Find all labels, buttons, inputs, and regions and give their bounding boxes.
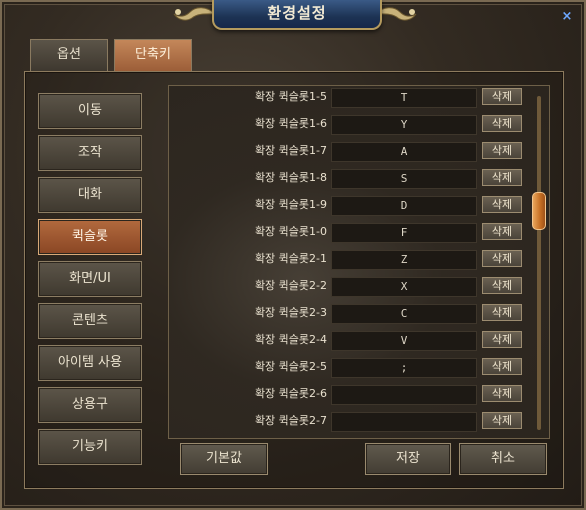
list-item: 확장 퀵슬롯2-7 삭제 (169, 411, 529, 432)
category-function-keys[interactable]: 기능키 (38, 429, 142, 465)
settings-window: 환경설정 × 옵션 단축키 이동 조작 대화 퀵슬롯 화면/UI 콘텐츠 아이템… (0, 0, 586, 510)
shortcut-label: 확장 퀵슬롯2-3 (254, 306, 327, 319)
key-input[interactable]: V (331, 331, 477, 351)
tab-shortcuts[interactable]: 단축키 (114, 39, 192, 71)
delete-button[interactable]: 삭제 (482, 250, 522, 267)
category-item-use[interactable]: 아이템 사용 (38, 345, 142, 381)
delete-button[interactable]: 삭제 (482, 358, 522, 375)
shortcut-label: 확장 퀵슬롯2-4 (254, 333, 327, 346)
shortcut-label: 확장 퀵슬롯2-7 (254, 414, 327, 427)
cancel-button[interactable]: 취소 (459, 443, 547, 475)
category-screen-ui[interactable]: 화면/UI (38, 261, 142, 297)
close-icon[interactable]: × (560, 10, 574, 24)
key-input[interactable]: D (331, 196, 477, 216)
list-item: 확장 퀵슬롯2-5 ; 삭제 (169, 357, 529, 378)
category-chat[interactable]: 대화 (38, 177, 142, 213)
key-input[interactable]: F (331, 223, 477, 243)
shortcut-label: 확장 퀵슬롯2-5 (254, 360, 327, 373)
key-input[interactable]: X (331, 277, 477, 297)
key-input[interactable]: S (331, 169, 477, 189)
category-quickslot[interactable]: 퀵슬롯 (38, 219, 142, 255)
shortcut-label: 확장 퀵슬롯1-7 (254, 144, 327, 157)
delete-button[interactable]: 삭제 (482, 412, 522, 429)
key-input[interactable] (331, 385, 477, 405)
list-item: 확장 퀵슬롯1-7 A 삭제 (169, 141, 529, 162)
shortcut-list: 확장 퀵슬롯1-5 T 삭제 확장 퀵슬롯1-6 Y 삭제 확장 퀵슬롯1-7 … (168, 85, 550, 439)
key-input[interactable]: A (331, 142, 477, 162)
list-item: 확장 퀵슬롯2-1 Z 삭제 (169, 249, 529, 270)
window-title: 환경설정 (212, 0, 382, 30)
category-phrases[interactable]: 상용구 (38, 387, 142, 423)
key-input[interactable]: ; (331, 358, 477, 378)
category-content[interactable]: 콘텐츠 (38, 303, 142, 339)
ornament-left-icon (173, 7, 218, 21)
tab-options[interactable]: 옵션 (30, 39, 108, 71)
list-item: 확장 퀵슬롯2-6 삭제 (169, 384, 529, 405)
list-item: 확장 퀵슬롯2-3 C 삭제 (169, 303, 529, 324)
key-input[interactable]: T (331, 88, 477, 108)
delete-button[interactable]: 삭제 (482, 115, 522, 132)
scrollbar-thumb[interactable] (532, 192, 546, 230)
list-item: 확장 퀵슬롯2-4 V 삭제 (169, 330, 529, 351)
scrollbar-track[interactable] (537, 96, 541, 430)
shortcut-label: 확장 퀵슬롯1-6 (254, 117, 327, 130)
list-item: 확장 퀵슬롯1-6 Y 삭제 (169, 114, 529, 135)
delete-button[interactable]: 삭제 (482, 196, 522, 213)
shortcut-label: 확장 퀵슬롯1-0 (254, 225, 327, 238)
list-item: 확장 퀵슬롯1-8 S 삭제 (169, 168, 529, 189)
delete-button[interactable]: 삭제 (482, 304, 522, 321)
list-item: 확장 퀵슬롯1-9 D 삭제 (169, 195, 529, 216)
key-input[interactable]: Z (331, 250, 477, 270)
category-move[interactable]: 이동 (38, 93, 142, 129)
key-input[interactable]: Y (331, 115, 477, 135)
key-input[interactable]: C (331, 304, 477, 324)
shortcut-label: 확장 퀵슬롯2-1 (254, 252, 327, 265)
delete-button[interactable]: 삭제 (482, 331, 522, 348)
category-control[interactable]: 조작 (38, 135, 142, 171)
shortcut-label: 확장 퀵슬롯1-9 (254, 198, 327, 211)
shortcut-label: 확장 퀵슬롯1-8 (254, 171, 327, 184)
shortcut-label: 확장 퀵슬롯2-2 (254, 279, 327, 292)
list-item: 확장 퀵슬롯2-2 X 삭제 (169, 276, 529, 297)
delete-button[interactable]: 삭제 (482, 142, 522, 159)
shortcut-label: 확장 퀵슬롯1-5 (254, 90, 327, 103)
delete-button[interactable]: 삭제 (482, 169, 522, 186)
save-button[interactable]: 저장 (365, 443, 451, 475)
list-item: 확장 퀵슬롯1-5 T 삭제 (169, 87, 529, 108)
delete-button[interactable]: 삭제 (482, 385, 522, 402)
shortcut-label: 확장 퀵슬롯2-6 (254, 387, 327, 400)
delete-button[interactable]: 삭제 (482, 88, 522, 105)
list-item: 확장 퀵슬롯1-0 F 삭제 (169, 222, 529, 243)
delete-button[interactable]: 삭제 (482, 223, 522, 240)
delete-button[interactable]: 삭제 (482, 277, 522, 294)
reset-default-button[interactable]: 기본값 (180, 443, 268, 475)
key-input[interactable] (331, 412, 477, 432)
